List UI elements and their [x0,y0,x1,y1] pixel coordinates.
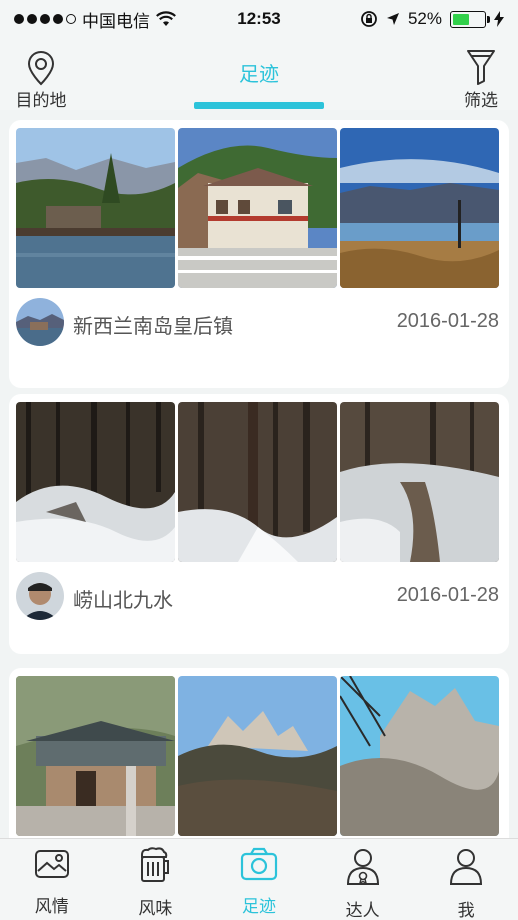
tab-fengwei[interactable]: 风味 [104,839,208,920]
tab-label: 风味 [138,899,173,918]
footprint-feed[interactable]: 新西兰南岛皇后镇 2016-01-28 崂山北九水 2016-01-28 [0,110,518,838]
tab-footprint-title[interactable]: 足迹 [0,58,518,87]
battery-percent: 52% [407,9,442,28]
post-date: 2016-01-28 [396,584,499,606]
tab-fengqing[interactable]: 风情 [0,839,104,920]
expert-icon [345,847,381,890]
post-photo[interactable] [16,402,175,562]
battery-icon [450,10,490,28]
signal-strength-icon [14,14,76,24]
post-photo[interactable] [340,128,499,288]
post-photo[interactable] [340,676,499,836]
location-arrow-icon [386,13,399,25]
camera-icon [240,847,278,886]
post-photo[interactable] [340,402,499,562]
tab-label: 风情 [34,897,69,916]
post-photo[interactable] [178,676,337,836]
tab-daren[interactable]: 达人 [311,839,415,920]
status-bar: 中国电信 12:53 52% [0,0,518,38]
post-photo[interactable] [16,128,175,288]
post-card[interactable]: 崂山北九水 2016-01-28 [9,394,509,654]
rotation-lock-icon [361,11,377,27]
post-card[interactable]: 新西兰南岛皇后镇 2016-01-28 [9,120,509,388]
tab-me[interactable]: 我 [414,839,518,920]
funnel-icon [458,48,504,86]
post-place: 新西兰南岛皇后镇 [73,316,233,338]
post-card[interactable] [9,668,509,838]
picture-icon [34,847,70,886]
active-tab-indicator [194,102,324,109]
user-icon [448,847,484,890]
top-navigation: 目的地 足迹 筛选 [0,38,518,110]
post-photo[interactable] [178,128,337,288]
beer-icon [137,847,173,888]
author-avatar[interactable] [16,572,64,620]
tab-label: 达人 [345,901,380,920]
post-date: 2016-01-28 [396,310,499,332]
tab-label: 我 [457,901,475,920]
post-photo[interactable] [178,402,337,562]
wifi-icon [156,11,176,26]
tab-zuji[interactable]: 足迹 [207,839,311,920]
post-photo[interactable] [16,676,175,836]
author-avatar[interactable] [16,298,64,346]
post-place: 崂山北九水 [73,590,173,612]
filter-button[interactable]: 筛选 [458,48,504,111]
bottom-tab-bar: 风情 风味 足迹 达人 我 [0,838,518,920]
filter-label: 筛选 [464,91,498,110]
tab-label: 足迹 [241,897,276,916]
carrier-name: 中国电信 [82,11,150,31]
destination-label: 目的地 [15,91,67,110]
charging-bolt-icon [494,11,504,27]
